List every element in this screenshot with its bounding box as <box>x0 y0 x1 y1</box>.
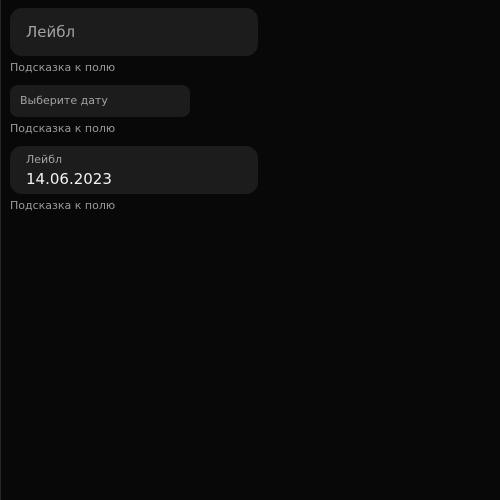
date-field-filled-hint: Подсказка к полю <box>10 199 116 212</box>
date-field-filled-label: Лейбл <box>26 153 63 166</box>
date-fields-page: Лейбл Подсказка к полю Выберите дату Под… <box>0 0 500 500</box>
date-field-large-hint: Подсказка к полю <box>10 61 116 74</box>
date-field-filled[interactable]: Лейбл 14.06.2023 <box>10 146 258 194</box>
date-field-large-placeholder: Лейбл <box>26 23 76 41</box>
date-field-small-placeholder: Выберите дату <box>20 94 108 107</box>
date-field-large[interactable]: Лейбл <box>10 8 258 56</box>
date-field-filled-value: 14.06.2023 <box>26 170 112 188</box>
date-field-small-hint: Подсказка к полю <box>10 122 116 135</box>
date-field-small[interactable]: Выберите дату <box>10 85 190 117</box>
